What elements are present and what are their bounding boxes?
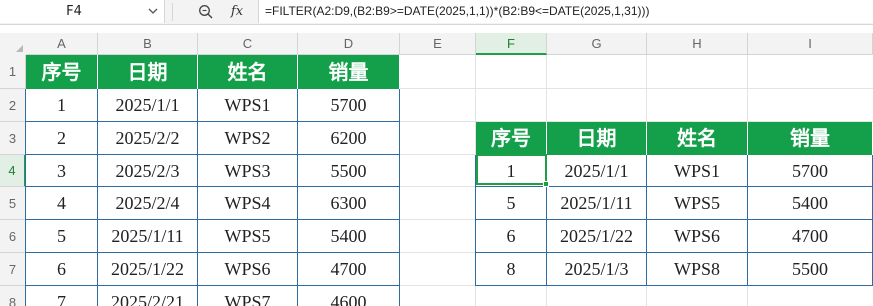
result-cell[interactable]: 5400 [748, 187, 873, 220]
source-cell[interactable]: 2025/1/11 [98, 220, 198, 253]
chevron-down-icon[interactable] [146, 4, 160, 18]
result-header-cell[interactable]: 序号 [476, 122, 547, 155]
source-cell[interactable]: 6 [26, 253, 98, 286]
fill-handle[interactable] [543, 181, 549, 187]
result-cell[interactable]: WPS1 [647, 155, 748, 187]
source-cell[interactable]: 2025/1/1 [98, 89, 198, 122]
source-header-cell[interactable]: 销量 [298, 55, 400, 89]
result-cell[interactable]: 6 [476, 220, 547, 253]
result-cell[interactable]: WPS8 [647, 253, 748, 286]
row-header-5[interactable]: 5 [0, 187, 26, 220]
formula-input[interactable]: =FILTER(A2:D9,(B2:B9>=DATE(2025,1,1))*(B… [258, 0, 873, 23]
source-cell[interactable]: 1 [26, 89, 98, 122]
row-header-6[interactable]: 6 [0, 220, 26, 253]
column-header-d[interactable]: D [298, 33, 400, 55]
source-cell[interactable]: 2 [26, 122, 98, 155]
source-cell[interactable]: 7 [26, 286, 98, 306]
result-cell[interactable]: 2025/1/1 [547, 155, 647, 187]
result-cell[interactable]: 5700 [748, 155, 873, 187]
source-header-cell[interactable]: 日期 [98, 55, 198, 89]
result-cell[interactable]: 4700 [748, 220, 873, 253]
result-cell[interactable]: 2025/1/22 [547, 220, 647, 253]
source-cell[interactable]: 5700 [298, 89, 400, 122]
source-cell[interactable]: 2025/2/3 [98, 155, 198, 187]
source-header-cell[interactable]: 序号 [26, 55, 98, 89]
result-cell[interactable]: WPS5 [647, 187, 748, 220]
source-cell[interactable]: 2025/2/4 [98, 187, 198, 220]
result-header-cell[interactable]: 日期 [547, 122, 647, 155]
row-header-4[interactable]: 4 [0, 155, 26, 187]
source-cell[interactable]: 2025/2/21 [98, 286, 198, 306]
active-cell-selection[interactable] [476, 154, 547, 185]
result-header-cell[interactable]: 姓名 [647, 122, 748, 155]
column-header-f[interactable]: F [476, 33, 547, 55]
formula-bar-divider [172, 3, 173, 21]
result-cell[interactable]: 5500 [748, 253, 873, 286]
source-cell[interactable]: 3 [26, 155, 98, 187]
row-header-1[interactable]: 1 [0, 55, 26, 89]
worksheet[interactable]: ABCDEFGHI 12345678 序号 日期 姓名 销量 1 2025/1/1 WPS1… [0, 24, 873, 306]
source-cell[interactable]: WPS3 [198, 155, 298, 187]
source-cell[interactable]: WPS5 [198, 220, 298, 253]
source-cell[interactable]: 4 [26, 187, 98, 220]
magnifier-icon[interactable] [198, 4, 213, 19]
source-cell[interactable]: 5400 [298, 220, 400, 253]
formula-bar: F4 fx =FILTER(A2:D9,(B2:B9>=DATE(2025,1,… [0, 0, 873, 25]
source-cell[interactable]: 5 [26, 220, 98, 253]
column-header-g[interactable]: G [547, 33, 647, 55]
column-header-c[interactable]: C [198, 33, 298, 55]
column-header-b[interactable]: B [98, 33, 198, 55]
formula-text[interactable]: =FILTER(A2:D9,(B2:B9>=DATE(2025,1,1))*(B… [265, 0, 650, 23]
source-cell[interactable]: 2025/2/2 [98, 122, 198, 155]
select-all-triangle-icon [16, 45, 23, 52]
source-cell[interactable]: 5500 [298, 155, 400, 187]
result-cell[interactable]: 2025/1/3 [547, 253, 647, 286]
name-box[interactable]: F4 [0, 0, 165, 23]
row-header-7[interactable]: 7 [0, 253, 26, 286]
result-cell[interactable]: 2025/1/11 [547, 187, 647, 220]
column-header-h[interactable]: H [647, 33, 748, 55]
select-all-button[interactable] [0, 33, 27, 56]
source-cell[interactable]: WPS6 [198, 253, 298, 286]
row-header-2[interactable]: 2 [0, 89, 26, 122]
source-cell[interactable]: WPS7 [198, 286, 298, 306]
result-cell[interactable]: 5 [476, 187, 547, 220]
source-cell[interactable]: WPS1 [198, 89, 298, 122]
source-header-cell[interactable]: 姓名 [198, 55, 298, 89]
insert-function-icon[interactable]: fx [227, 1, 247, 23]
source-cell[interactable]: 4700 [298, 253, 400, 286]
column-header-i[interactable]: I [748, 33, 873, 55]
column-header-a[interactable]: A [26, 33, 98, 55]
source-cell[interactable]: 6200 [298, 122, 400, 155]
result-cell[interactable]: 8 [476, 253, 547, 286]
row-header-3[interactable]: 3 [0, 122, 26, 155]
source-cell[interactable]: 4600 [298, 286, 400, 306]
source-cell[interactable]: WPS4 [198, 187, 298, 220]
source-cell[interactable]: 2025/1/22 [98, 253, 198, 286]
column-header-e[interactable]: E [400, 33, 476, 55]
row-header-8[interactable]: 8 [0, 286, 26, 306]
result-cell[interactable]: WPS6 [647, 220, 748, 253]
source-cell[interactable]: WPS2 [198, 122, 298, 155]
name-box-value[interactable]: F4 [0, 0, 148, 23]
result-header-cell[interactable]: 销量 [748, 122, 873, 155]
source-cell[interactable]: 6300 [298, 187, 400, 220]
